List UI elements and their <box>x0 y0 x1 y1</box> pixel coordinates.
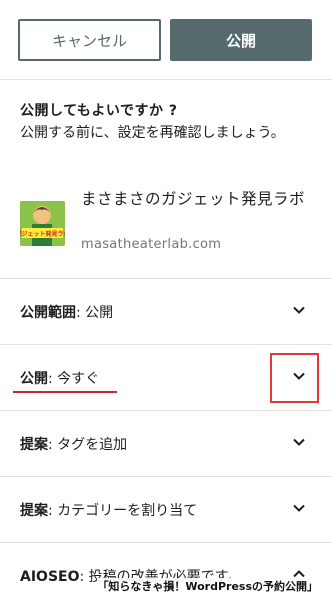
annotation-highlight-box <box>270 353 319 403</box>
site-name: まさまさのガジェット発見ラボ <box>81 190 306 208</box>
row-key: 公開 <box>20 371 48 387</box>
row-value: タグを追加 <box>57 437 128 453</box>
row-value: 公開 <box>85 305 114 321</box>
publish-toolbar: キャンセル 公開 <box>0 0 332 80</box>
row-key: 提案 <box>20 503 48 519</box>
row-tags[interactable]: 提案: タグを追加 <box>0 410 332 476</box>
chevron-down-icon[interactable] <box>292 303 306 317</box>
chevron-down-icon[interactable] <box>292 501 306 515</box>
annotation-underline <box>13 391 117 393</box>
row-value: カテゴリーを割り当て <box>57 503 198 519</box>
publish-button[interactable]: 公開 <box>170 19 312 61</box>
confirm-title: 公開してもよいですか ? <box>20 103 178 119</box>
site-icon: ガジェット発見ラボ <box>20 201 65 246</box>
row-key: 公開範囲 <box>20 305 76 321</box>
confirm-description: 公開する前に、設定を再確認しましょう。 <box>20 125 285 141</box>
row-categories[interactable]: 提案: カテゴリーを割り当て <box>0 476 332 542</box>
site-url: masatheaterlab.com <box>81 237 222 252</box>
chevron-down-icon[interactable] <box>292 435 306 449</box>
row-label: 提案: タグを追加 <box>20 437 128 453</box>
row-visibility[interactable]: 公開範囲: 公開 <box>0 278 332 344</box>
row-value: 今すぐ <box>57 371 100 387</box>
caption: 「知らなきゃ損！WordPressの予約公開」 <box>97 578 318 594</box>
row-label: 公開: 今すぐ <box>20 371 100 387</box>
row-label: 提案: カテゴリーを割り当て <box>20 503 198 519</box>
site-icon-text: ガジェット発見ラボ <box>20 230 65 238</box>
site-card: ガジェット発見ラボ まさまさのガジェット発見ラボ masatheaterlab.… <box>20 188 320 258</box>
cancel-button[interactable]: キャンセル <box>18 19 161 61</box>
row-key: AIOSEO <box>20 569 80 585</box>
row-key: 提案 <box>20 437 48 453</box>
row-label: 公開範囲: 公開 <box>20 305 114 321</box>
